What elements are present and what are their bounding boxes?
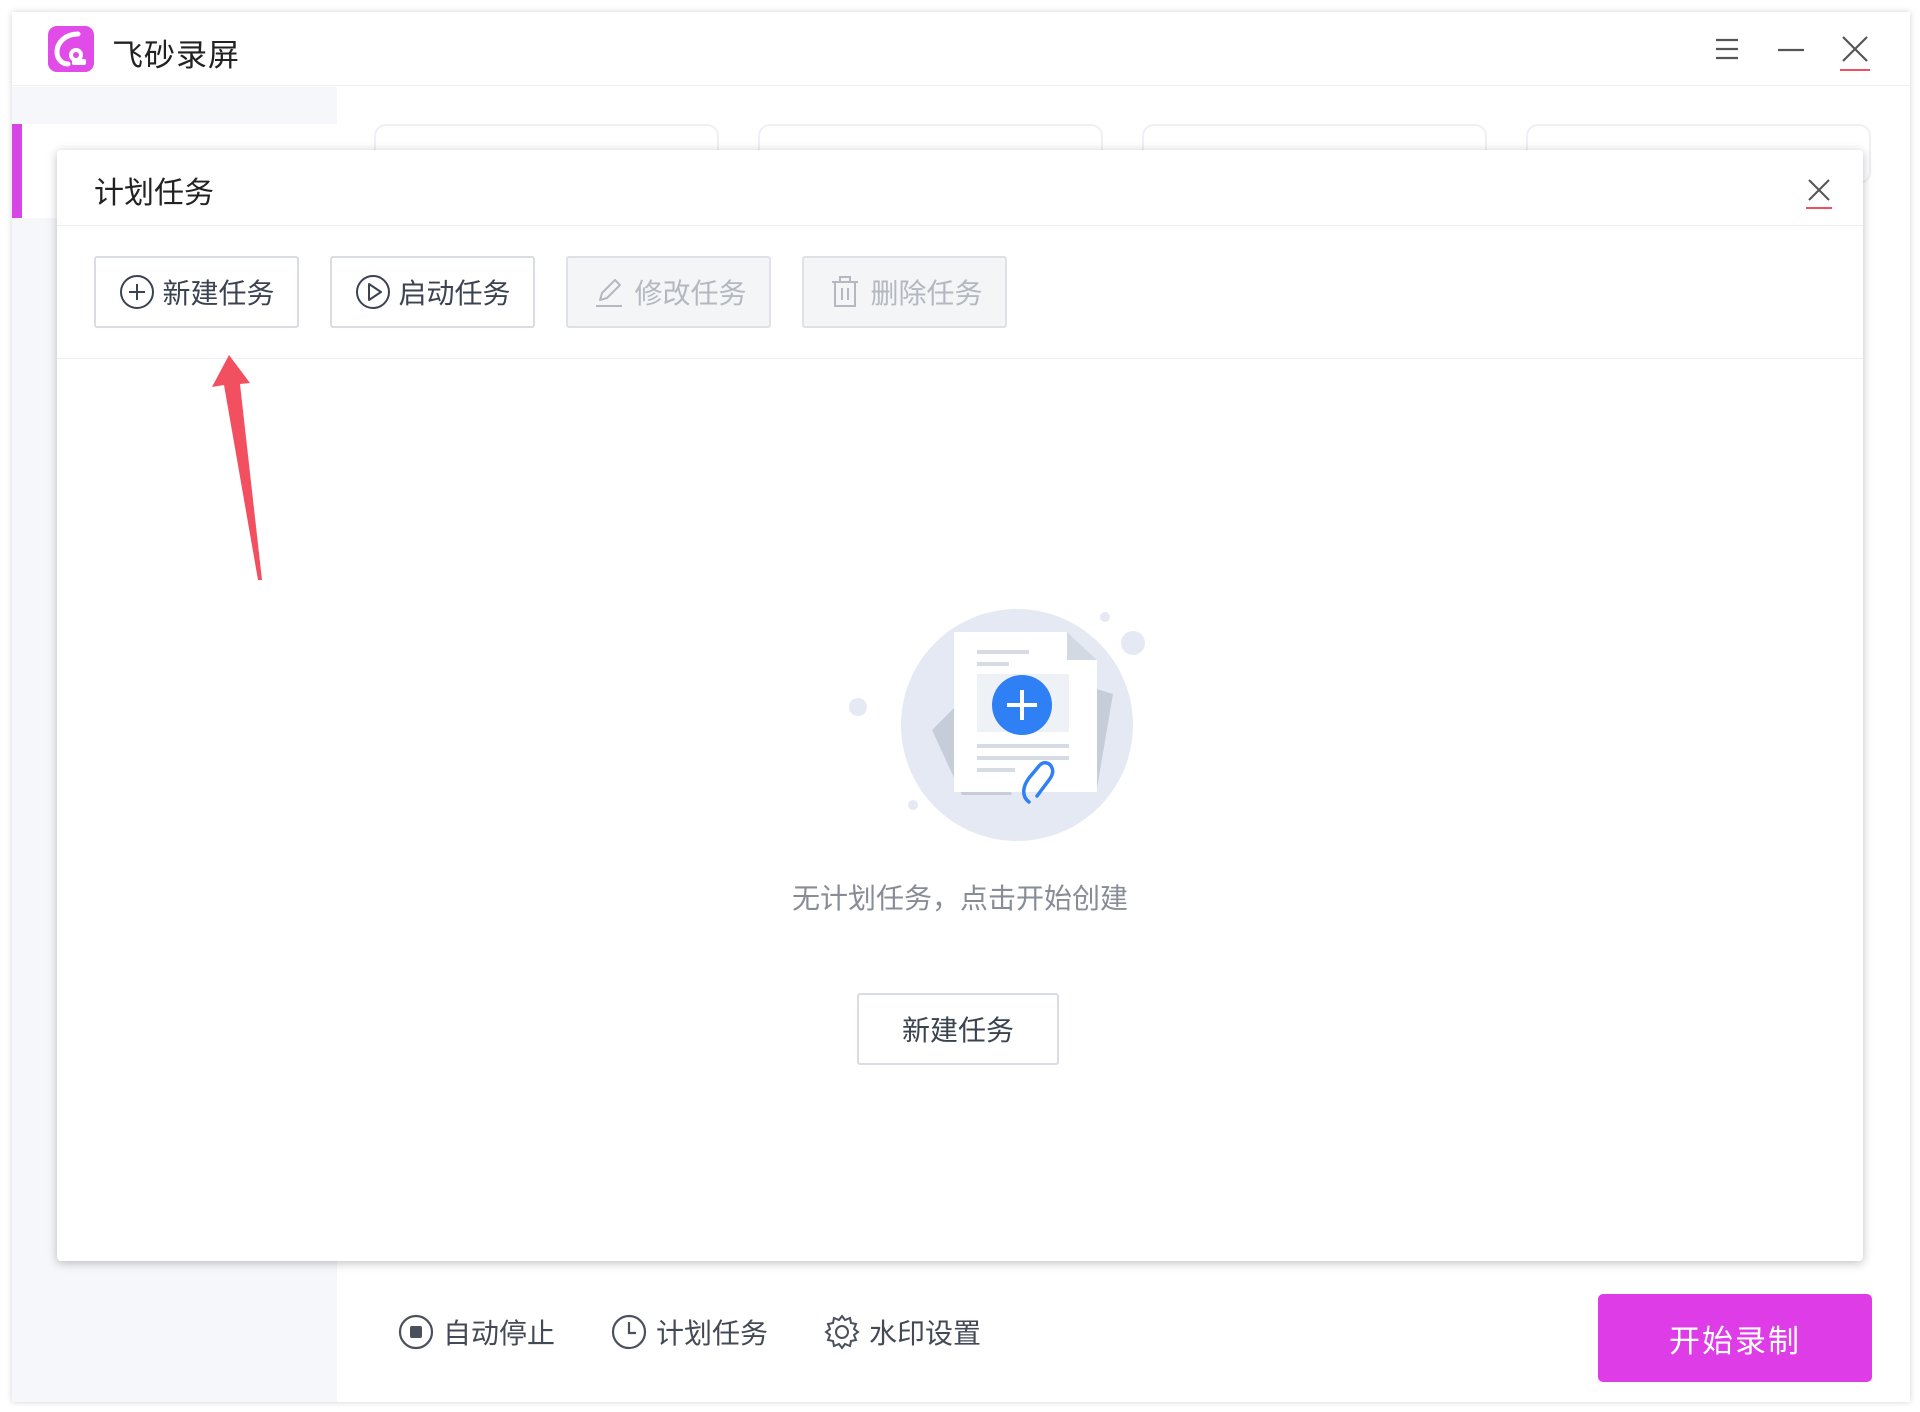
sidebar-active-indicator [12,124,22,218]
menu-icon[interactable] [1704,26,1750,72]
title-bar: 飞砂录屏 [12,12,1910,86]
close-icon[interactable] [1832,26,1878,72]
plus-circle-icon [120,275,155,309]
start-task-button[interactable]: 启动任务 [330,256,535,328]
watermark-settings-label: 水印设置 [869,1317,982,1350]
empty-tasks-illustration [849,609,1145,841]
start-task-label: 启动任务 [398,277,511,310]
new-task-label: 新建任务 [162,277,275,310]
dialog-close-icon[interactable] [1799,170,1839,210]
pencil-icon [596,279,623,307]
footer-bar: 自动停止 计划任务 水印设置 开始录制 [337,1274,1910,1402]
play-circle-icon [356,275,391,309]
task-toolbar: 新建任务 启动任务 修改任务 删除任务 [57,226,1863,359]
scheduled-task-button[interactable]: 计划任务 [610,1310,768,1354]
new-task-button[interactable]: 新建任务 [94,256,299,328]
auto-stop-button[interactable]: 自动停止 [397,1310,555,1354]
start-recording-button[interactable]: 开始录制 [1598,1294,1872,1382]
scheduled-task-label: 计划任务 [656,1317,769,1350]
dialog-header: 计划任务 [57,150,1863,226]
scheduled-task-dialog: 计划任务 新建任务 启动任务 修改任务 删除任务 无计划任务，点击开始创建 新建… [57,150,1863,1261]
delete-task-button[interactable]: 删除任务 [802,256,1007,328]
app-title: 飞砂录屏 [112,38,240,74]
auto-stop-label: 自动停止 [443,1317,556,1350]
gear-icon [824,1314,860,1350]
clock-icon [611,1314,647,1350]
empty-new-task-button[interactable]: 新建任务 [857,993,1059,1065]
app-logo-icon [48,26,94,72]
delete-task-label: 删除任务 [870,277,983,310]
empty-state-message: 无计划任务，点击开始创建 [791,882,1128,915]
watermark-settings-button[interactable]: 水印设置 [823,1310,981,1354]
edit-task-button[interactable]: 修改任务 [566,256,771,328]
trash-icon [832,276,859,307]
dialog-title: 计划任务 [94,176,214,211]
edit-task-label: 修改任务 [634,277,747,310]
stop-circle-icon [398,1314,434,1350]
minimize-icon[interactable] [1768,26,1814,72]
